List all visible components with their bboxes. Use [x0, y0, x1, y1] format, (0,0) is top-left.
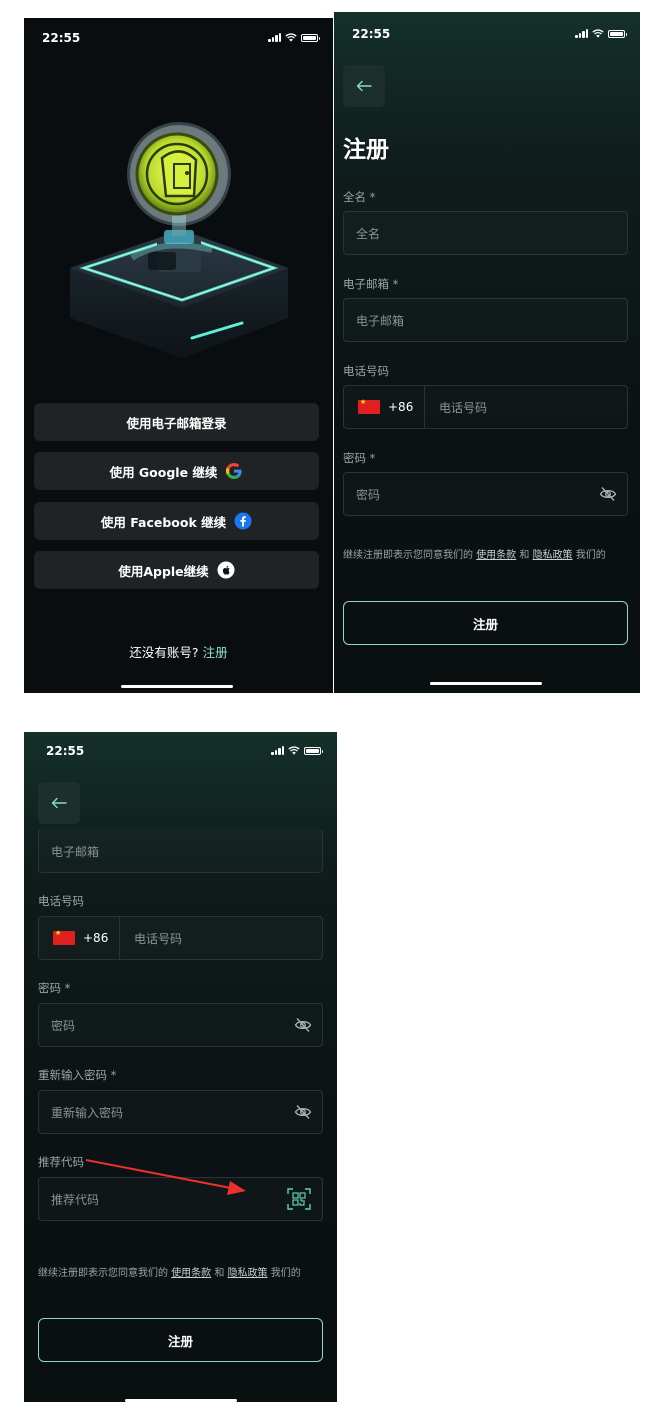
apple-login-label: 使用Apple继续	[118, 563, 209, 579]
signal-icon	[575, 29, 588, 38]
home-indicator	[125, 1399, 237, 1402]
signal-icon	[268, 33, 281, 42]
google-login-button[interactable]: 使用 Google 继续	[34, 452, 319, 490]
phone-number-input[interactable]: 电话号码	[439, 399, 487, 416]
fullname-label: 全名 *	[343, 190, 376, 204]
google-icon	[225, 462, 243, 480]
annotation-arrow	[85, 1159, 246, 1195]
phone-input-group: +86 电话号码	[343, 385, 628, 429]
eye-off-icon[interactable]	[599, 486, 617, 502]
arrow-left-icon	[356, 80, 372, 92]
apple-icon	[217, 561, 235, 579]
terms-and: 和	[519, 550, 530, 561]
privacy-policy-link[interactable]: 隐私政策	[228, 1268, 268, 1279]
divider	[424, 385, 425, 429]
status-time: 22:55	[352, 27, 391, 41]
hero-illustration	[70, 122, 288, 358]
terms-prefix: 继续注册即表示您同意我们的	[38, 1268, 168, 1279]
back-button[interactable]	[343, 65, 385, 107]
phone-label: 电话号码	[38, 894, 84, 908]
email-input[interactable]: 电子邮箱	[38, 829, 323, 873]
password-input[interactable]: 密码	[38, 1003, 323, 1047]
signup-prompt-line: 还没有账号? 注册	[24, 642, 333, 661]
login-screen: 22:55 使用电子邮箱登录 使用 Google 继续 使用 Facebook …	[24, 18, 333, 693]
wifi-icon	[592, 29, 604, 38]
terms-notice: 继续注册即表示您同意我们的 使用条款 和 隐私政策 我们的	[38, 1266, 330, 1281]
privacy-policy-link[interactable]: 隐私政策	[533, 550, 573, 561]
country-code-selector[interactable]: +86	[388, 400, 424, 414]
eye-off-icon[interactable]	[294, 1017, 312, 1033]
status-icons	[575, 29, 627, 38]
status-time: 22:55	[42, 31, 81, 45]
email-input[interactable]: 电子邮箱	[343, 298, 628, 342]
terms-notice: 继续注册即表示您同意我们的 使用条款 和 隐私政策 我们的	[343, 548, 633, 563]
back-button[interactable]	[38, 782, 80, 824]
battery-icon	[608, 29, 627, 38]
terms-suffix: 我们的	[575, 550, 606, 561]
battery-icon	[301, 33, 320, 42]
terms-suffix: 我们的	[270, 1268, 301, 1279]
confirm-password-label: 重新输入密码 *	[38, 1068, 117, 1082]
fullname-placeholder: 全名	[356, 226, 381, 241]
wifi-icon	[288, 746, 300, 755]
register-screen: 22:55 注册 全名 * 全名 电子邮箱 * 电子邮箱 电话号码 +86 电话…	[334, 12, 640, 693]
password-input[interactable]: 密码	[343, 472, 628, 516]
page-title: 注册	[343, 137, 389, 163]
signup-prompt-text: 还没有账号?	[129, 645, 199, 660]
terms-prefix: 继续注册即表示您同意我们的	[343, 550, 473, 561]
password-label: 密码 *	[343, 451, 376, 465]
confirm-password-placeholder: 重新输入密码	[51, 1105, 124, 1120]
signal-icon	[271, 746, 284, 755]
password-placeholder: 密码	[51, 1018, 76, 1033]
fullname-input[interactable]: 全名	[343, 211, 628, 255]
password-label: 密码 *	[38, 981, 71, 995]
wifi-icon	[285, 33, 297, 42]
email-placeholder: 电子邮箱	[51, 844, 100, 859]
email-label: 电子邮箱 *	[343, 277, 399, 291]
register-screen-scrolled: 22:55 电子邮箱 电话号码 +86 电话号码 密码 * 密码 重新输入密码 …	[24, 732, 337, 1402]
status-icons	[268, 33, 320, 42]
terms-of-use-link[interactable]: 使用条款	[171, 1268, 211, 1279]
country-code-selector[interactable]: +86	[83, 931, 119, 945]
register-button[interactable]: 注册	[343, 601, 628, 645]
password-placeholder: 密码	[356, 487, 381, 502]
referral-label: 推荐代码	[38, 1155, 84, 1169]
qr-scan-icon[interactable]	[286, 1187, 312, 1211]
home-indicator	[430, 682, 542, 685]
facebook-login-label: 使用 Facebook 继续	[100, 514, 227, 530]
divider	[119, 916, 120, 960]
facebook-login-button[interactable]: 使用 Facebook 继续	[34, 502, 319, 540]
apple-login-button[interactable]: 使用Apple继续	[34, 551, 319, 589]
phone-number-input[interactable]: 电话号码	[134, 930, 182, 947]
phone-input-group: +86 电话号码	[38, 916, 323, 960]
register-button[interactable]: 注册	[38, 1318, 323, 1362]
facebook-icon	[234, 512, 252, 530]
confirm-password-input[interactable]: 重新输入密码	[38, 1090, 323, 1134]
china-flag-icon[interactable]	[53, 929, 75, 945]
google-login-label: 使用 Google 继续	[109, 464, 218, 480]
email-login-label: 使用电子邮箱登录	[126, 415, 227, 431]
eye-off-icon[interactable]	[294, 1104, 312, 1120]
status-time: 22:55	[46, 744, 85, 758]
email-placeholder: 电子邮箱	[356, 313, 405, 328]
china-flag-icon[interactable]	[358, 398, 380, 414]
phone-label: 电话号码	[343, 364, 389, 378]
arrow-left-icon	[51, 797, 67, 809]
battery-icon	[304, 746, 323, 755]
terms-and: 和	[214, 1268, 225, 1279]
home-indicator	[121, 685, 233, 688]
signup-link[interactable]: 注册	[203, 645, 228, 660]
email-login-button[interactable]: 使用电子邮箱登录	[34, 403, 319, 441]
terms-of-use-link[interactable]: 使用条款	[476, 550, 516, 561]
status-icons	[271, 746, 323, 755]
